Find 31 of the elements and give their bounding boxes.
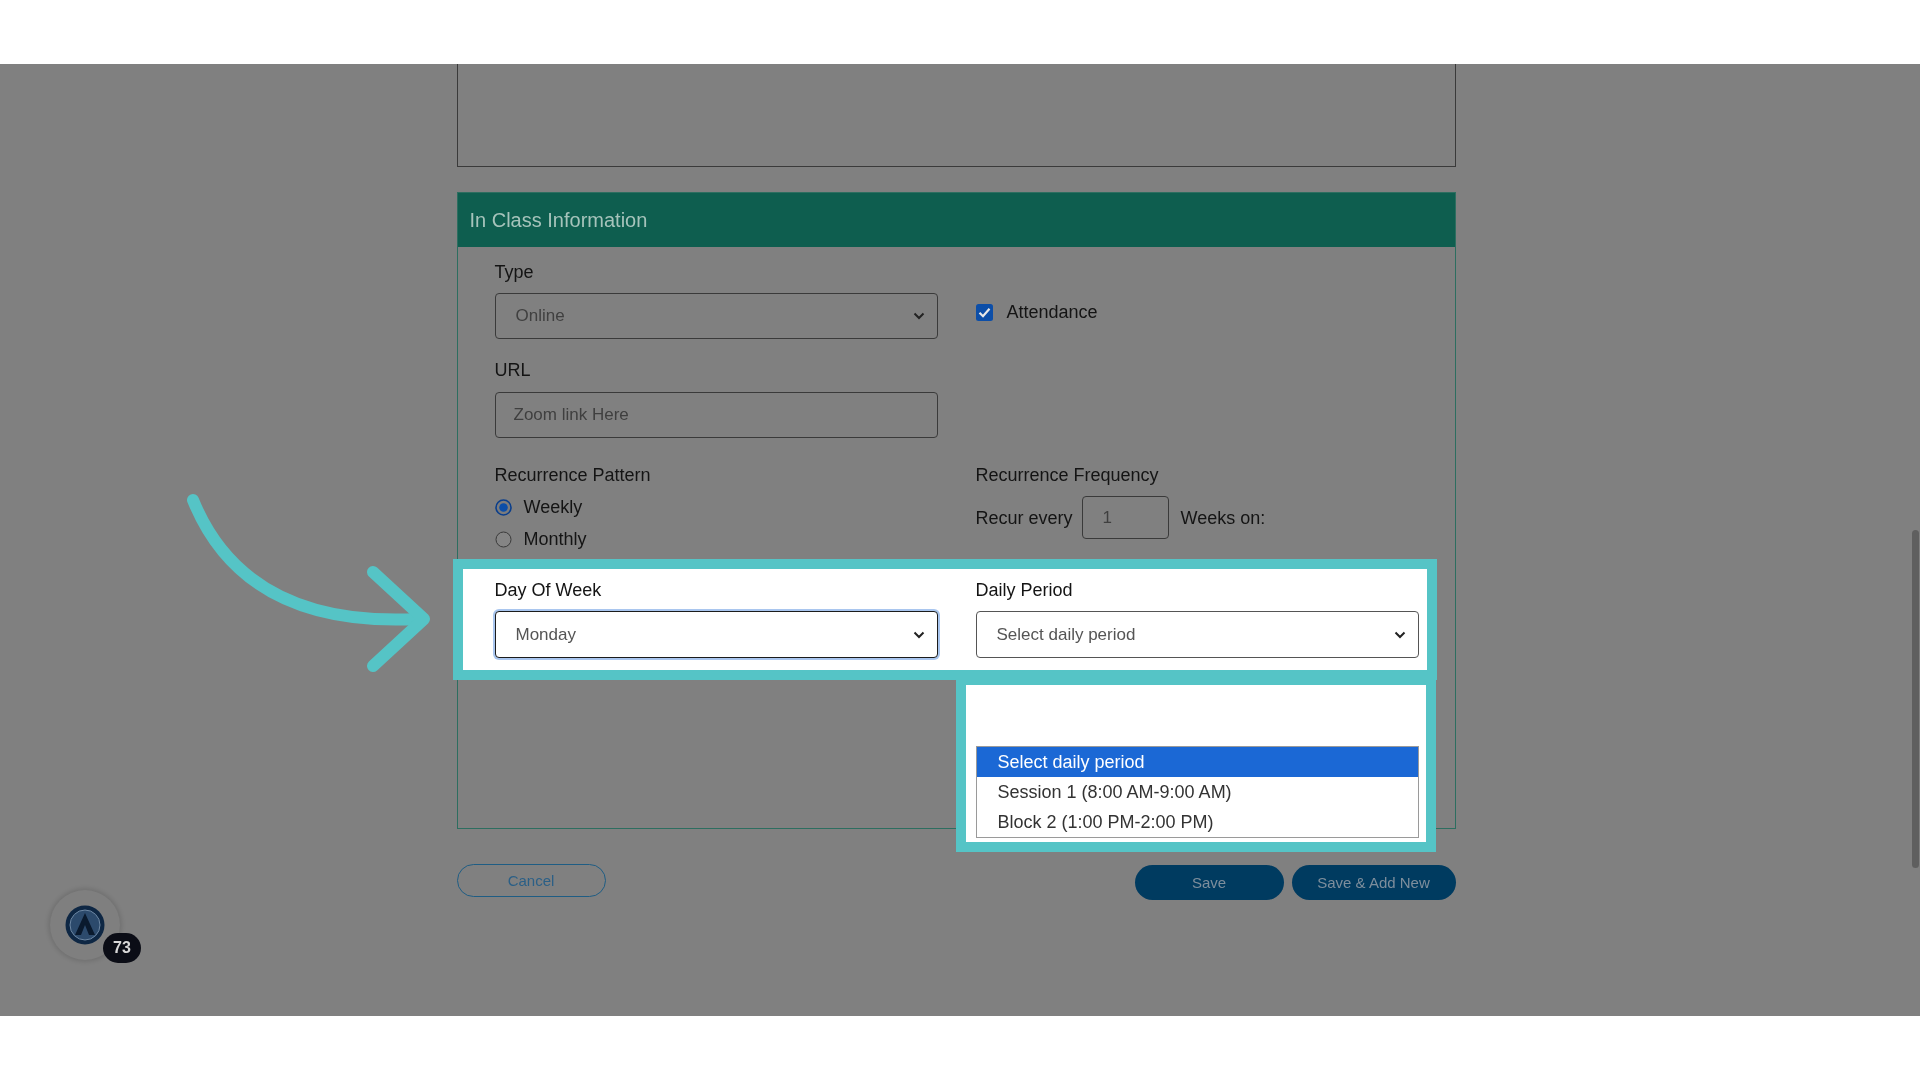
chevron-down-icon <box>1393 630 1406 639</box>
field-label: URL <box>494 359 531 381</box>
radio-label: Weekly <box>523 496 583 518</box>
period-select[interactable]: Select daily period <box>975 611 1419 658</box>
dropdown-option[interactable]: Block 2 (1:00 PM-2:00 PM) <box>976 807 1418 837</box>
url-input[interactable]: Zoom link Here <box>494 392 938 438</box>
chevron-down-icon <box>912 312 925 320</box>
type-select[interactable]: Online <box>494 293 938 339</box>
count-badge: 73 <box>103 933 141 963</box>
field-label: Type <box>494 261 534 283</box>
field-label: Recurrence Frequency <box>975 464 1159 486</box>
day-select[interactable]: Monday <box>494 611 938 658</box>
field-label: Weeks on: <box>1180 506 1266 529</box>
scrollbar-thumb[interactable] <box>1912 530 1919 868</box>
dropdown-option[interactable]: Session 1 (8:00 AM-9:00 AM) <box>976 777 1418 807</box>
field-label: Day Of Week <box>494 579 602 601</box>
radio-button[interactable] <box>494 530 512 548</box>
field-label: Recur every <box>975 506 1073 529</box>
radio-button[interactable] <box>494 498 512 516</box>
section-header: In Class Information <box>457 193 1455 247</box>
radio-label: Monthly <box>523 528 587 550</box>
save-and-add-button[interactable]: Save & Add New <box>1291 865 1456 900</box>
save-button[interactable]: Save <box>1134 865 1284 900</box>
attendance-checkbox[interactable] <box>975 303 993 321</box>
interval-input[interactable]: 1 <box>1081 496 1169 539</box>
field-label: Daily Period <box>975 579 1073 601</box>
checkbox-label: Attendance <box>1006 301 1098 323</box>
emblem-icon <box>65 905 105 945</box>
field-label: Recurrence Pattern <box>494 464 651 486</box>
dropdown-option[interactable]: Select daily period <box>976 747 1418 777</box>
chevron-down-icon <box>912 630 925 639</box>
